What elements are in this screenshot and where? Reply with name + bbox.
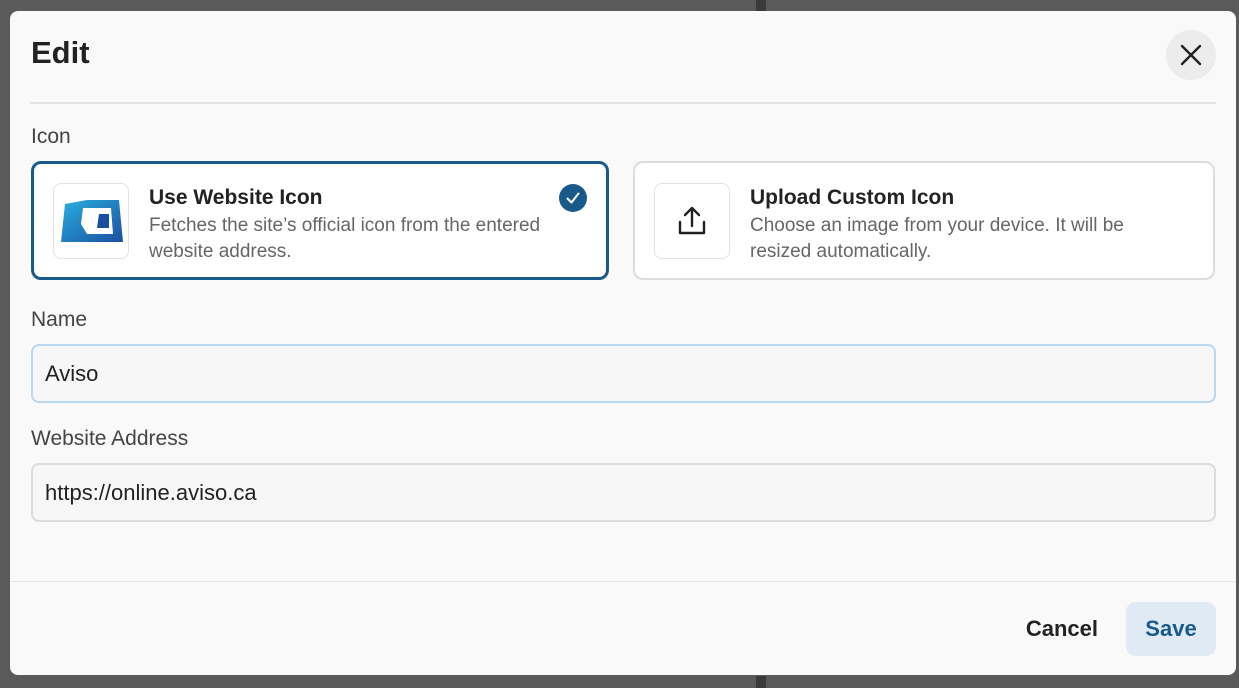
aviso-logo-icon [61,200,123,242]
dialog-title: Edit [31,35,90,70]
name-label: Name [31,308,88,331]
upload-custom-icon-option[interactable]: Upload Custom Icon Choose an image from … [633,161,1215,280]
icon-section-label: Icon [31,125,71,148]
backdrop-decoration [756,676,766,688]
option-title: Upload Custom Icon [750,186,955,209]
option-title: Use Website Icon [149,186,323,209]
cancel-button[interactable]: Cancel [1018,602,1106,656]
dialog-header: Edit [30,11,1216,104]
website-address-label: Website Address [31,427,189,450]
close-icon [1180,44,1202,66]
upload-icon-box [654,183,730,259]
use-website-icon-option[interactable]: Use Website Icon Fetches the site’s offi… [31,161,609,280]
website-icon-preview [53,183,129,259]
option-description: Fetches the site’s official icon from th… [149,215,541,262]
option-description: Choose an image from your device. It wil… [750,215,1124,262]
edit-dialog: Edit Icon Use Website Icon Fetches the s… [10,11,1236,675]
upload-icon [678,206,706,235]
website-address-input[interactable] [31,463,1216,522]
save-button[interactable]: Save [1126,602,1216,656]
dialog-footer: Cancel Save [10,581,1236,675]
close-button[interactable] [1166,30,1216,80]
selected-check-icon [559,184,587,212]
name-input[interactable] [31,344,1216,403]
